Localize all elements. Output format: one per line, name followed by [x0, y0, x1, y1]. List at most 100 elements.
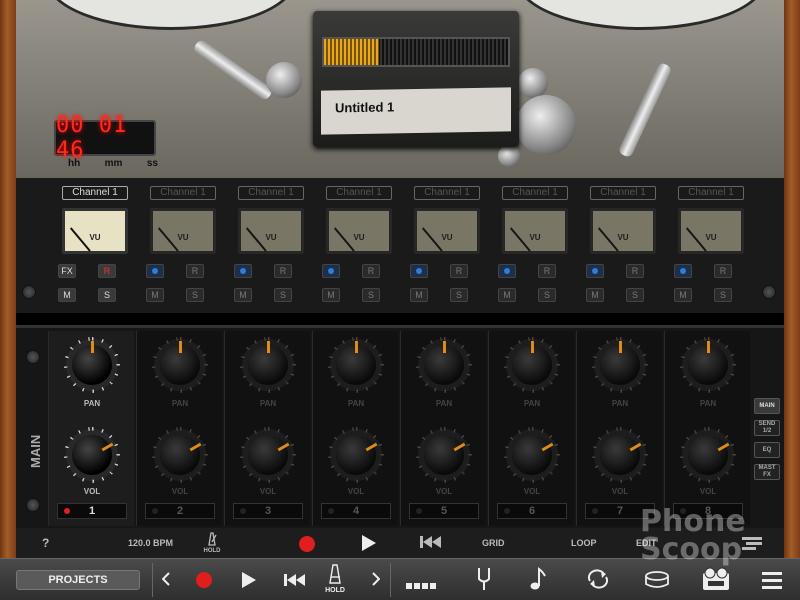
- input-monitor-button[interactable]: [234, 264, 252, 278]
- solo-button[interactable]: S: [362, 288, 380, 302]
- mute-button[interactable]: M: [410, 288, 428, 302]
- project-title-label[interactable]: Untitled 1: [321, 87, 511, 135]
- solo-button[interactable]: S: [450, 288, 468, 302]
- input-monitor-button[interactable]: [586, 264, 604, 278]
- volume-knob[interactable]: [688, 435, 730, 475]
- pan-knob[interactable]: [512, 341, 552, 385]
- volume-knob[interactable]: [424, 435, 466, 475]
- rewind-button[interactable]: [420, 535, 442, 551]
- record-button[interactable]: [299, 536, 315, 552]
- channel-name-button[interactable]: Channel 1: [326, 186, 392, 200]
- volume-knob[interactable]: [160, 435, 202, 475]
- tracks-view-button[interactable]: [406, 576, 436, 594]
- channel-name-button[interactable]: Channel 1: [502, 186, 568, 200]
- channel-number-button[interactable]: 4: [321, 503, 391, 519]
- record-enable-button[interactable]: R: [450, 264, 468, 278]
- solo-button[interactable]: S: [714, 288, 732, 302]
- input-monitor-button[interactable]: [498, 264, 516, 278]
- solo-button[interactable]: S: [274, 288, 292, 302]
- solo-button[interactable]: S: [186, 288, 204, 302]
- record-indicator: [328, 508, 334, 514]
- input-monitor-button[interactable]: [146, 264, 164, 278]
- grid-button[interactable]: GRID: [482, 538, 505, 548]
- tempo-display[interactable]: 120.0 BPM: [128, 538, 173, 548]
- metronome-hold-button[interactable]: HOLD: [200, 532, 224, 554]
- record-enable-button[interactable]: R: [714, 264, 732, 278]
- pan-knob[interactable]: [72, 341, 112, 385]
- vol-label: VOL: [699, 487, 717, 496]
- mixer-section-label: MAIN: [28, 434, 43, 468]
- send-view-button[interactable]: SEND 1/2: [754, 420, 780, 436]
- pan-knob[interactable]: [160, 341, 200, 385]
- solo-button[interactable]: S: [98, 288, 116, 302]
- channel-number-button[interactable]: 5: [409, 503, 479, 519]
- record-enable-button[interactable]: R: [626, 264, 644, 278]
- mute-button[interactable]: M: [58, 288, 76, 302]
- channel-number-button[interactable]: 3: [233, 503, 303, 519]
- solo-button[interactable]: S: [626, 288, 644, 302]
- pan-knob[interactable]: [688, 341, 728, 385]
- tuner-button[interactable]: [476, 567, 492, 596]
- volume-knob[interactable]: [336, 435, 378, 475]
- play-button-bottom[interactable]: [242, 572, 256, 588]
- projects-button[interactable]: PROJECTS: [16, 570, 140, 590]
- pan-knob[interactable]: [424, 341, 464, 385]
- record-enable-button[interactable]: R: [274, 264, 292, 278]
- mute-button[interactable]: M: [322, 288, 340, 302]
- mute-button[interactable]: M: [586, 288, 604, 302]
- pan-knob[interactable]: [600, 341, 640, 385]
- play-button[interactable]: [362, 535, 376, 551]
- channel-8: Channel 1 VU R M S: [670, 184, 750, 310]
- mute-button[interactable]: M: [674, 288, 692, 302]
- mixer-channel-7: PAN VOL 7: [576, 331, 662, 526]
- solo-button[interactable]: S: [538, 288, 556, 302]
- fx-button[interactable]: FX: [58, 264, 76, 278]
- volume-knob[interactable]: [512, 435, 554, 475]
- pan-knob[interactable]: [248, 341, 288, 385]
- drum-machine-button[interactable]: [644, 569, 670, 596]
- mute-button[interactable]: M: [498, 288, 516, 302]
- vu-meter: VU: [150, 208, 216, 254]
- record-enable-button[interactable]: R: [98, 264, 116, 278]
- help-button[interactable]: ?: [42, 536, 49, 550]
- record-enable-button[interactable]: R: [362, 264, 380, 278]
- eq-view-button[interactable]: EQ: [754, 442, 780, 458]
- record-enable-button[interactable]: R: [186, 264, 204, 278]
- pan-label: PAN: [523, 399, 541, 408]
- scroll-left-button[interactable]: [161, 572, 170, 591]
- channel-number-button[interactable]: 6: [497, 503, 567, 519]
- master-fx-view-button[interactable]: MAST FX: [754, 464, 780, 480]
- volume-knob[interactable]: [600, 435, 642, 475]
- input-monitor-button[interactable]: [322, 264, 340, 278]
- input-monitor-button[interactable]: [410, 264, 428, 278]
- metronome-hold-button-bottom[interactable]: HOLD: [322, 564, 348, 594]
- channel-name-button[interactable]: Channel 1: [238, 186, 304, 200]
- capstan-roller: [516, 95, 576, 155]
- menu-button[interactable]: [762, 571, 782, 594]
- instruments-button[interactable]: [530, 566, 546, 596]
- channel-name-button[interactable]: Channel 1: [414, 186, 480, 200]
- channel-name-button[interactable]: Channel 1: [590, 186, 656, 200]
- loops-button[interactable]: [586, 569, 610, 594]
- channel-name-button[interactable]: Channel 1: [150, 186, 216, 200]
- rewind-button-bottom[interactable]: [284, 573, 306, 592]
- tape-recorder-button[interactable]: [702, 567, 730, 596]
- record-button-bottom[interactable]: [196, 572, 212, 588]
- vol-label: VOL: [347, 487, 365, 496]
- level-meter-fill: [324, 39, 380, 65]
- mute-button[interactable]: M: [234, 288, 252, 302]
- channel-number-button[interactable]: 1: [57, 503, 127, 519]
- volume-knob[interactable]: [248, 435, 290, 475]
- knob-indicator: [91, 341, 94, 353]
- main-view-button[interactable]: MAIN: [754, 398, 780, 414]
- input-monitor-button[interactable]: [674, 264, 692, 278]
- channel-name-button[interactable]: Channel 1: [62, 186, 128, 200]
- mute-button[interactable]: M: [146, 288, 164, 302]
- channel-number-button[interactable]: 2: [145, 503, 215, 519]
- record-enable-button[interactable]: R: [538, 264, 556, 278]
- scroll-right-button[interactable]: [372, 572, 381, 591]
- volume-knob[interactable]: [72, 435, 114, 475]
- loop-button[interactable]: LOOP: [571, 538, 597, 548]
- channel-name-button[interactable]: Channel 1: [678, 186, 744, 200]
- pan-knob[interactable]: [336, 341, 376, 385]
